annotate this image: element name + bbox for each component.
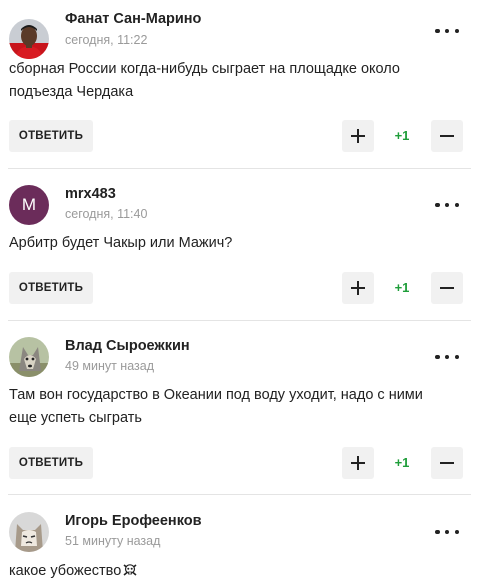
comment-text-line: Там вон государство в Океании под воду у… (9, 387, 423, 403)
author-name[interactable]: mrx483 (65, 186, 116, 202)
avatar[interactable] (9, 337, 49, 377)
minus-icon (440, 287, 454, 289)
comment-text-line: еще успеть сыграть (9, 410, 142, 426)
vote-score: +1 (394, 280, 410, 295)
avatar[interactable] (9, 19, 49, 59)
comment-text: Там вон государство в Океании под воду у… (9, 384, 449, 430)
comment-text: какое убожество (9, 560, 449, 582)
comment-text-line: сборная России когда-нибудь сыграет на п… (9, 61, 400, 77)
reply-button[interactable]: ОТВЕТИТЬ (9, 272, 93, 304)
comment-time: сегодня, 11:40 (65, 207, 148, 221)
upvote-button[interactable] (342, 120, 374, 152)
downvote-button[interactable] (431, 447, 463, 479)
more-dots-icon[interactable] (435, 352, 459, 362)
skull-crossbones-icon (123, 564, 137, 576)
comment-time: сегодня, 11:22 (65, 33, 148, 47)
comment-divider (8, 320, 471, 321)
downvote-button[interactable] (431, 120, 463, 152)
wolf-photo-avatar (9, 337, 49, 377)
downvote-button[interactable] (431, 272, 463, 304)
comment-text: сборная России когда-нибудь сыграет на п… (9, 58, 449, 104)
comment-time: 49 минут назад (65, 359, 154, 373)
more-dots-icon[interactable] (435, 200, 459, 210)
upvote-button[interactable] (342, 272, 374, 304)
avatar[interactable]: M (9, 185, 49, 225)
grumpy-cat-avatar (9, 512, 49, 552)
comment-time: 51 минуту назад (65, 534, 161, 548)
vote-score: +1 (394, 455, 410, 470)
author-name[interactable]: Фанат Сан-Марино (65, 11, 201, 27)
more-dots-icon[interactable] (435, 527, 459, 537)
author-name[interactable]: Влад Сыроежкин (65, 338, 190, 354)
minus-icon (440, 462, 454, 464)
comment-text-line: подъезда Чердака (9, 84, 134, 100)
player-photo-avatar (9, 19, 49, 59)
comment-divider (8, 494, 471, 495)
vote-score: +1 (394, 128, 410, 143)
author-name[interactable]: Игорь Ерофеенков (65, 513, 202, 529)
comment-text-line: какое убожество (9, 563, 122, 579)
reply-button[interactable]: ОТВЕТИТЬ (9, 447, 93, 479)
plus-icon (351, 281, 365, 295)
plus-icon (351, 129, 365, 143)
upvote-button[interactable] (342, 447, 374, 479)
avatar[interactable] (9, 512, 49, 552)
plus-icon (351, 456, 365, 470)
more-dots-icon[interactable] (435, 26, 459, 36)
comment-divider (8, 168, 471, 169)
minus-icon (440, 135, 454, 137)
reply-button[interactable]: ОТВЕТИТЬ (9, 120, 93, 152)
comment-text: Арбитр будет Чакыр или Мажич? (9, 232, 449, 255)
comment-text-line: Арбитр будет Чакыр или Мажич? (9, 235, 233, 251)
